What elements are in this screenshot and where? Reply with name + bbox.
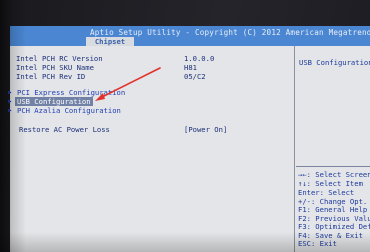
bios-setup-screen: Aptio Setup Utility - Copyright (C) 2012… [0, 0, 370, 252]
annotation-arrow-icon [95, 67, 161, 101]
